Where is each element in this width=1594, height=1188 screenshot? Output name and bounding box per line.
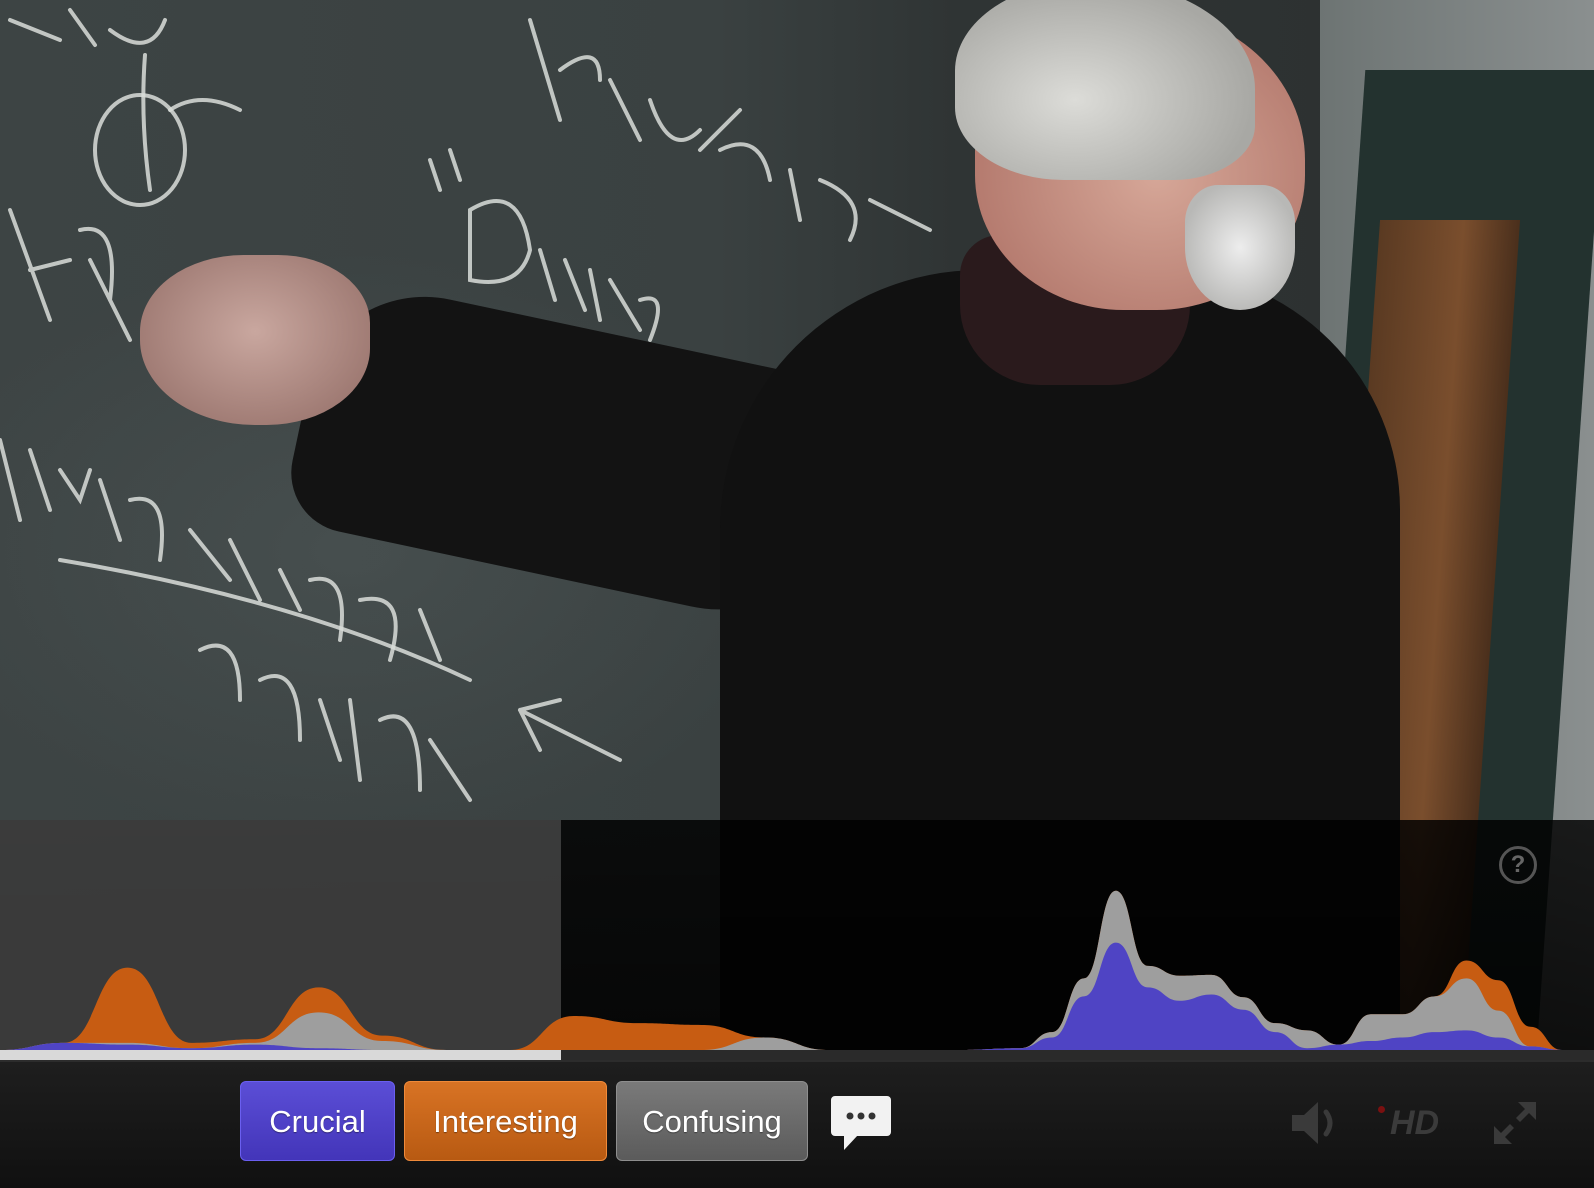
help-icon[interactable]: ?: [1499, 846, 1537, 884]
volume-icon: [1292, 1102, 1333, 1144]
reaction-heatmap[interactable]: [0, 820, 1594, 1058]
hd-indicator-dot: [1378, 1106, 1385, 1113]
hd-icon: HD: [1390, 1104, 1440, 1142]
confusing-button[interactable]: Confusing: [616, 1081, 808, 1161]
progress-bar[interactable]: [0, 1050, 1594, 1060]
fullscreen-icon: [1494, 1102, 1536, 1144]
hd-button[interactable]: HD: [1378, 1100, 1460, 1146]
interesting-button[interactable]: Interesting: [404, 1081, 607, 1161]
fullscreen-button[interactable]: [1490, 1098, 1540, 1148]
lecturer-beard: [1185, 185, 1295, 310]
heatmap-series-interesting: [0, 890, 1594, 1050]
heatmap-series-confusing: [0, 890, 1594, 1050]
volume-button[interactable]: [1288, 1098, 1348, 1148]
lecturer-hand: [140, 255, 370, 425]
video-player[interactable]: ? Crucial Interesting Confusing HD: [0, 0, 1594, 1188]
crucial-button[interactable]: Crucial: [240, 1081, 395, 1161]
comment-bubble-icon: [831, 1096, 891, 1150]
lecturer-hair: [955, 0, 1255, 180]
help-label: ?: [1510, 851, 1526, 878]
comment-button[interactable]: [830, 1095, 892, 1151]
control-bar: Crucial Interesting Confusing HD: [0, 1060, 1594, 1188]
progress-fill: [0, 1050, 562, 1060]
heatmap-chart[interactable]: [0, 820, 1594, 1058]
